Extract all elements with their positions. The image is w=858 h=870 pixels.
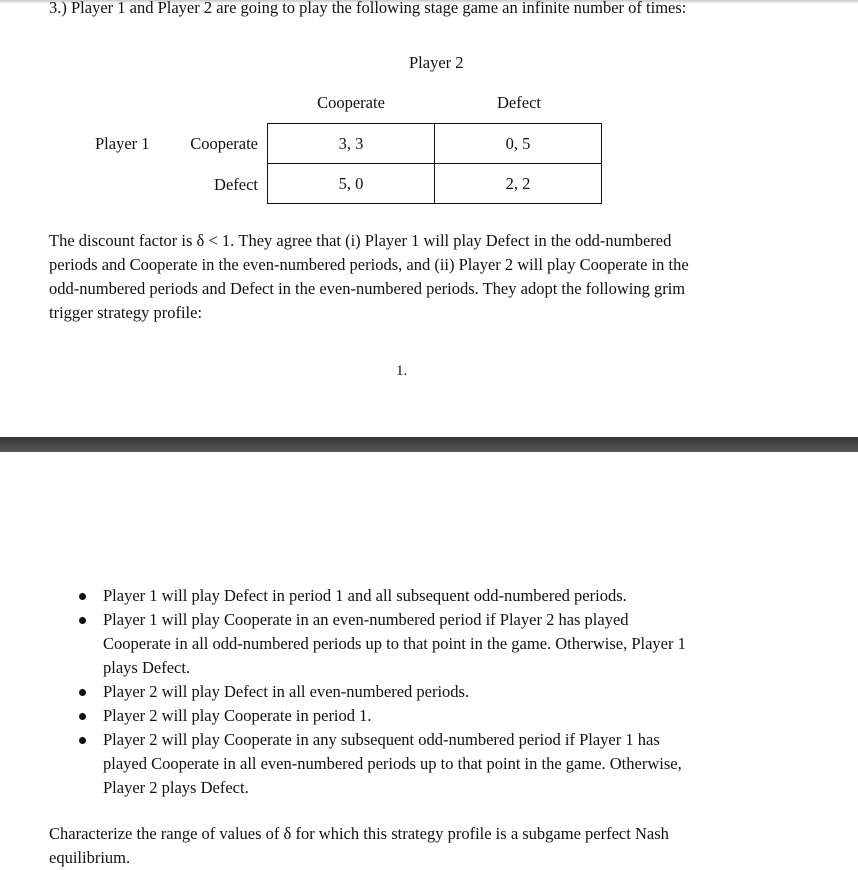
list-item: Player 2 will play Cooperate in any subs… (0, 728, 858, 800)
payoff-cell-cd: 0, 5 (434, 123, 602, 164)
setup-paragraph: The discount factor is δ < 1. They agree… (49, 229, 769, 325)
list-item-text: played Cooperate in all even-numbered pe… (103, 754, 682, 773)
list-item-text: Cooperate in all odd-numbered periods up… (103, 634, 686, 653)
strategy-list: Player 1 will play Defect in period 1 an… (0, 584, 858, 800)
list-item: Player 2 will play Cooperate in period 1… (0, 704, 858, 728)
payoff-row-cooperate: 3, 3 0, 5 (267, 123, 602, 164)
bullet-icon (79, 737, 86, 744)
closing-line: equilibrium. (49, 848, 131, 867)
payoff-cell-cc: 3, 3 (267, 123, 435, 164)
page-break-separator (0, 437, 858, 452)
closing-line: Characterize the range of values of δ fo… (49, 824, 669, 843)
row-action-cooperate: Cooperate (190, 134, 258, 153)
list-item-text: Player 1 will play Defect in period 1 an… (103, 586, 627, 605)
question-heading: 3.) Player 1 and Player 2 are going to p… (49, 0, 687, 17)
list-item-text: Player 2 will play Cooperate in any subs… (103, 730, 660, 749)
list-item: Player 2 will play Defect in all even-nu… (0, 680, 858, 704)
row-action-defect: Defect (214, 175, 258, 194)
row-player-label: Player 1 (95, 134, 150, 153)
list-item: Player 1 will play Cooperate in an even-… (0, 608, 858, 680)
list-item: Player 1 will play Defect in period 1 an… (0, 584, 858, 608)
bullet-icon (79, 713, 86, 720)
page-number: 1. (396, 363, 408, 379)
closing-question: Characterize the range of values of δ fo… (49, 822, 669, 870)
list-item-text: plays Defect. (103, 658, 191, 677)
paragraph-line: odd-numbered periods and Defect in the e… (49, 279, 686, 298)
bullet-icon (79, 593, 86, 600)
payoff-matrix: 3, 3 0, 5 5, 0 2, 2 (267, 123, 602, 204)
column-player-label: Player 2 (409, 53, 464, 72)
list-item-text: Player 2 will play Cooperate in period 1… (103, 706, 372, 725)
list-item-text: Player 1 will play Cooperate in an even-… (103, 610, 629, 629)
list-item-text: Player 2 will play Defect in all even-nu… (103, 682, 470, 701)
payoff-row-defect: 5, 0 2, 2 (267, 163, 602, 204)
list-item-text: Player 2 plays Defect. (103, 778, 249, 797)
paragraph-line: trigger strategy profile: (49, 303, 203, 322)
paragraph-line: The discount factor is δ < 1. They agree… (49, 231, 672, 250)
column-action-defect: Defect (497, 93, 541, 112)
bullet-icon (79, 689, 86, 696)
payoff-cell-dd: 2, 2 (434, 163, 602, 204)
column-action-cooperate: Cooperate (317, 93, 385, 112)
bullet-icon (79, 617, 86, 624)
payoff-cell-dc: 5, 0 (267, 163, 435, 204)
paragraph-line: periods and Cooperate in the even-number… (49, 255, 689, 274)
